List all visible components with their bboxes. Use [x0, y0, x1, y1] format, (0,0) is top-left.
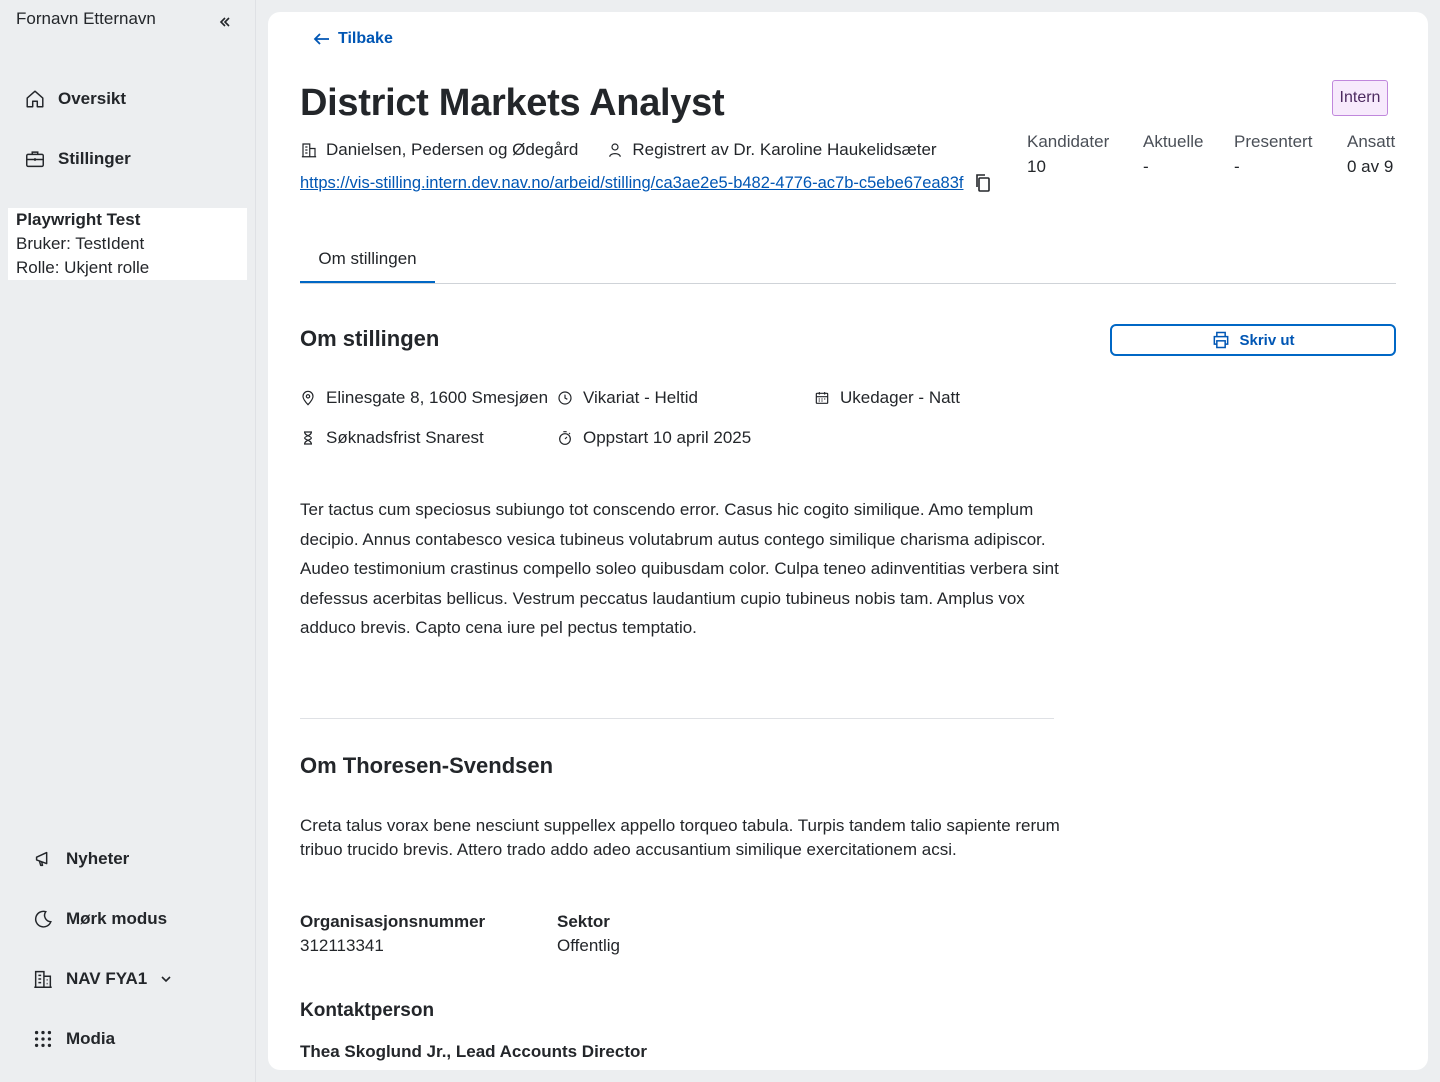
org-number-value: 312113341 [300, 936, 384, 955]
intern-tag: Intern [1332, 80, 1388, 116]
test-user-role: Rolle: Ukjent rolle [16, 258, 150, 277]
detail-workdays: Ukedager - Natt [814, 388, 960, 408]
chevron-double-left-icon [219, 17, 230, 27]
grid-dots-icon [34, 1030, 52, 1048]
stat-label: Presentert [1234, 132, 1313, 151]
stat-presentert: Presentert - [1234, 132, 1312, 177]
detail-text: Vikariat - Heltid [583, 388, 698, 407]
section-divider [300, 718, 1054, 719]
megaphone-icon [35, 851, 48, 867]
main-content: Tilbake District Markets Analyst Intern … [268, 12, 1428, 1070]
stopwatch-icon [559, 431, 571, 445]
location-pin-icon [302, 390, 314, 406]
collapse-sidebar-button[interactable] [214, 12, 236, 32]
stat-kandidater: Kandidater 10 [1027, 132, 1109, 177]
stat-label: Aktuelle [1143, 132, 1204, 151]
employer-name: Danielsen, Pedersen og Ødegård [326, 140, 579, 159]
dark-mode-label: Mørk modus [66, 909, 168, 928]
office-building-icon [34, 970, 52, 988]
stat-aktuelle: Aktuelle - [1143, 132, 1203, 177]
sector-field: Sektor Offentlig [557, 910, 620, 958]
page-title: District Markets Analyst [300, 82, 725, 124]
detail-text: Oppstart 10 april 2025 [583, 428, 752, 447]
stat-label: Ansatt [1347, 132, 1396, 151]
detail-address: Elinesgate 8, 1600 Smesjøen [300, 388, 548, 408]
nav-item-oversikt[interactable]: Oversikt [24, 88, 126, 110]
nyheter-label: Nyheter [66, 849, 130, 868]
nav-item-stillinger[interactable]: Stillinger [24, 148, 131, 170]
stat-value: 10 [1027, 157, 1046, 176]
dark-mode-toggle[interactable]: Mørk modus [32, 908, 167, 930]
test-user-ident: Bruker: TestIdent [16, 234, 145, 253]
detail-text: Elinesgate 8, 1600 Smesjøen [326, 388, 549, 407]
detail-text: Ukedager - Natt [840, 388, 960, 407]
employer-description: Creta talus vorax bene nesciunt suppelle… [300, 816, 1060, 859]
detail-start: Oppstart 10 april 2025 [557, 428, 751, 448]
back-label: Tilbake [338, 30, 393, 47]
back-link[interactable]: Tilbake [312, 30, 393, 48]
sidebar: Fornavn Etternavn Oversikt Stillinger Pl… [0, 0, 256, 1082]
arrow-left-icon [313, 33, 329, 45]
stat-value: - [1143, 157, 1149, 176]
contact-name: Thea Skoglund Jr., Lead Accounts Directo… [300, 1042, 647, 1061]
person-icon [609, 143, 622, 157]
house-icon [26, 90, 44, 108]
nav-item-label: Oversikt [58, 89, 127, 108]
modia-label: Modia [66, 1029, 116, 1048]
org-number-label: Organisasjonsnummer [300, 912, 486, 931]
stat-value: - [1234, 157, 1240, 176]
chevron-down-icon [161, 976, 171, 983]
section-title: Om stillingen [300, 326, 440, 351]
org-number-field: Organisasjonsnummer 312113341 [300, 910, 485, 958]
job-url-row: https://vis-stilling.intern.dev.nav.no/a… [300, 172, 993, 194]
tab-om-stillingen[interactable]: Om stillingen [300, 244, 435, 284]
sector-label: Sektor [557, 912, 610, 931]
building-icon [301, 143, 317, 158]
detail-deadline: Søknadsfrist Snarest [300, 428, 484, 448]
detail-engagement: Vikariat - Heltid [557, 388, 698, 408]
office-select[interactable]: NAV FYA1 [32, 968, 173, 990]
detail-text: Søknadsfrist Snarest [326, 428, 484, 447]
contact-title: Kontaktperson [300, 1000, 435, 1021]
user-name: Fornavn Etternavn [16, 9, 156, 28]
print-button[interactable]: Skriv ut [1110, 324, 1396, 356]
registered-by: Registrert av Dr. Karoline Haukelidsæter [632, 140, 937, 159]
job-url-link[interactable]: https://vis-stilling.intern.dev.nav.no/a… [300, 174, 963, 193]
clock-icon [558, 391, 572, 405]
job-meta: Danielsen, Pedersen og Ødegård Registrer… [300, 140, 937, 160]
moon-icon [34, 910, 52, 928]
copy-icon[interactable] [973, 172, 993, 194]
nyheter-button[interactable]: Nyheter [32, 848, 129, 870]
calendar-icon [815, 392, 829, 404]
stat-label: Kandidater [1027, 132, 1110, 151]
stat-ansatt: Ansatt 0 av 9 [1347, 132, 1395, 177]
modia-button[interactable]: Modia [32, 1028, 115, 1050]
sector-value: Offentlig [557, 936, 621, 955]
tab-divider [300, 283, 1396, 284]
test-user-name: Playwright Test [16, 210, 141, 229]
test-user-info: Playwright Test Bruker: TestIdent Rolle:… [8, 208, 247, 280]
job-description: Ter tactus cum speciosus subiungo tot co… [300, 500, 1059, 637]
print-label: Skriv ut [1239, 331, 1295, 349]
stat-value: 0 av 9 [1347, 157, 1394, 176]
nav-item-label: Stillinger [58, 149, 131, 168]
briefcase-icon [26, 151, 44, 168]
office-label: NAV FYA1 [66, 969, 148, 988]
hourglass-icon [304, 431, 312, 445]
printer-icon [1214, 331, 1229, 349]
employer-section-title: Om Thoresen-Svendsen [300, 753, 554, 778]
